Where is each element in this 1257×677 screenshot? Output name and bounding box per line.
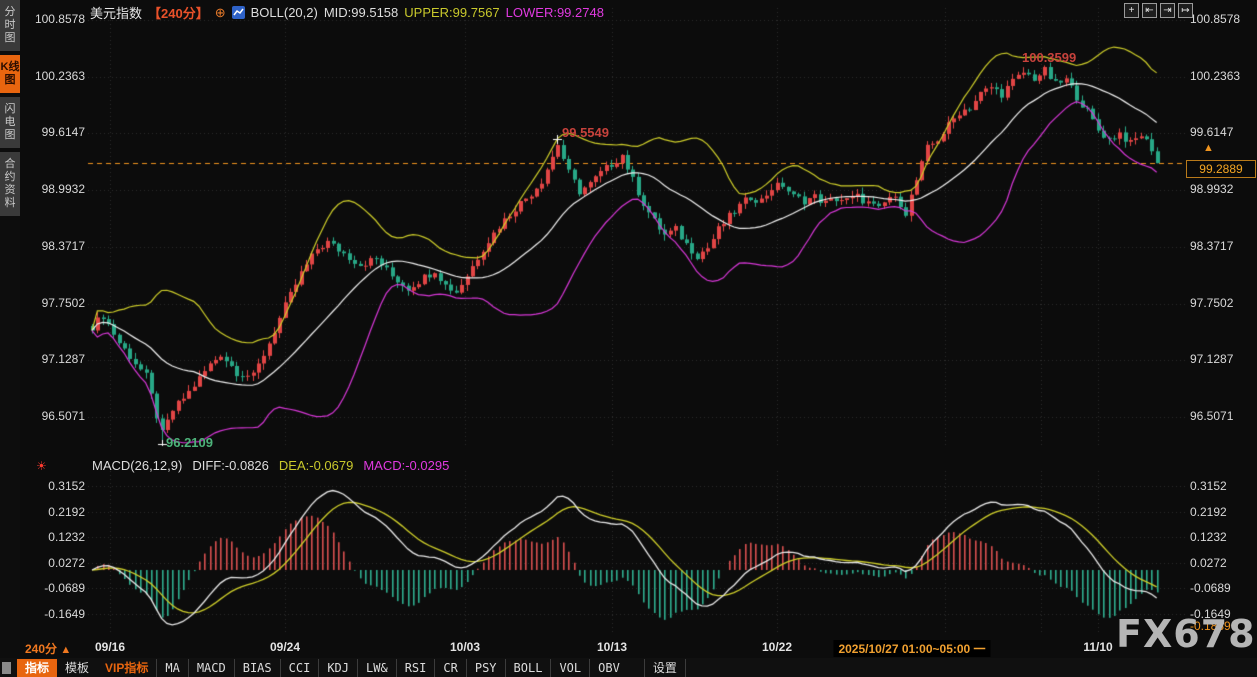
brand-watermark: FX678	[1116, 612, 1256, 656]
macd-axis-label: 0.0272	[48, 555, 85, 570]
toolbar-button[interactable]: 指标	[17, 658, 58, 677]
price-axis-label: 98.9932	[1190, 182, 1234, 197]
tab-candlestick-chart[interactable]: K线图	[0, 55, 20, 93]
tab-flash-chart[interactable]: 闪电图	[0, 97, 20, 148]
price-axis-label: 100.8578	[1190, 12, 1241, 26]
time-axis: 09/16 09/24 10/03 10/13 10/22 2025/10/27 01:0…	[0, 639, 1257, 657]
toolbar-button[interactable]: BIAS	[233, 658, 280, 677]
toolbar-button[interactable]: OBV	[589, 658, 628, 677]
price-axis-label: 97.7502	[41, 295, 85, 310]
x-axis-tick: 09/24	[269, 640, 301, 654]
price-axis-label: 100.8578	[34, 12, 85, 26]
price-axis-label: 100.2363	[34, 68, 85, 83]
price-axis-label: 99.6147	[1190, 125, 1234, 140]
price-up-arrow-icon: ▲	[1203, 142, 1214, 154]
boll-mid-value: MID:99.5158	[323, 5, 399, 20]
toolbar-button[interactable]: 设置	[643, 658, 686, 677]
toolbar-button[interactable]: VIP指标	[97, 659, 156, 677]
pan-icon[interactable]: +	[1124, 3, 1139, 18]
price-axis-label: 98.3717	[41, 238, 85, 253]
macd-header: MACD(26,12,9) DIFF:-0.0826 DEA:-0.0679 M…	[92, 458, 449, 473]
boll-upper-value: UPPER:99.7567	[404, 5, 500, 20]
macd-axis-label: 0.1232	[48, 530, 85, 545]
toolbar-button[interactable]: RSI	[395, 658, 435, 677]
toolbar-button[interactable]: LW&	[357, 658, 396, 677]
exit-fullscreen-icon[interactable]: ↦	[1178, 3, 1193, 18]
interval-label: 240分	[25, 642, 58, 656]
toolbar-button[interactable]: BOLL	[504, 658, 551, 677]
add-indicator-icon[interactable]: ⊕	[215, 5, 226, 21]
macd-hist-value: MACD:-0.0295	[363, 458, 450, 473]
fit-right-axis-icon[interactable]: ⇥	[1160, 3, 1175, 18]
x-axis-tick: 10/22	[761, 640, 793, 654]
chart-type-rail: 分时图 K线图 闪电图 合约资料	[0, 0, 20, 658]
tab-time-share-chart[interactable]: 分时图	[0, 0, 20, 51]
alert-icon: ☀	[36, 459, 47, 473]
toolbar-button[interactable]: 模板	[57, 659, 97, 677]
macd-axis-label: -0.1649	[44, 606, 85, 621]
toolbar-button[interactable]: MACD	[187, 658, 234, 677]
price-axis-label: 97.1287	[1190, 352, 1234, 367]
annotation-high: 100.3599	[1022, 50, 1077, 65]
indicator-chart-icon	[231, 6, 245, 19]
timeframe-label: 【240分】	[148, 6, 209, 21]
toolbar-buttons: 指标 模板 VIP指标 MA MACD BIAS CCI KDJ LW& RSI CR PSY BOLL…	[17, 658, 686, 677]
chart-canvas[interactable]	[0, 0, 1257, 677]
x-axis-tick: 10/13	[596, 640, 628, 654]
annotation-swing-high: 99.5549	[562, 125, 609, 140]
annotation-low: 96.2109	[166, 435, 213, 450]
chevron-up-icon: ▲	[60, 644, 72, 656]
boll-indicator-label: BOLL(20,2)	[250, 5, 318, 20]
toolbar-collapse-handle[interactable]	[2, 661, 11, 674]
macd-axis-label: 0.1232	[1190, 530, 1227, 545]
price-axis-label: 99.6147	[41, 125, 85, 140]
trading-app-window: 分时图 K线图 闪电图 合约资料 美元指数 【240分】 ⊕ BOLL(20,2…	[0, 0, 1257, 677]
price-axis-label: 100.2363	[1190, 68, 1241, 83]
left-price-axis: 100.8578 100.2363 99.6147 98.9932 98.3717 97.…	[18, 0, 85, 677]
price-axis-label: 96.5071	[41, 409, 85, 423]
price-axis-label: 98.9932	[41, 182, 85, 197]
macd-axis-label: 0.2192	[48, 504, 85, 519]
hovered-bar-time-label: 2025/10/27 01:00~05:00 一	[833, 640, 991, 657]
toolbar-button[interactable]: CR	[434, 658, 465, 677]
fit-left-axis-icon[interactable]: ⇤	[1142, 3, 1157, 18]
x-axis-tick: 09/16	[94, 640, 126, 654]
toolbar-button[interactable]: KDJ	[318, 658, 357, 677]
x-axis-tick: 10/03	[449, 640, 481, 654]
macd-axis-label: 0.3152	[1190, 479, 1227, 494]
toolbar-button[interactable]: CCI	[279, 658, 319, 677]
boll-lower-value: LOWER:99.2748	[505, 5, 604, 20]
macd-axis-label: -0.0689	[1190, 581, 1231, 596]
window-control-icons: + ⇤ ⇥ ↦	[1124, 3, 1193, 18]
interval-selector[interactable]: 240分 ▲	[25, 640, 71, 657]
price-axis-label: 96.5071	[1190, 409, 1234, 423]
tab-contract-info[interactable]: 合约资料	[0, 152, 20, 216]
chart-title: 美元指数 【240分】 ⊕ BOLL(20,2) MID:99.5158 UPP…	[90, 3, 604, 22]
right-price-axis: 100.8578 100.2363 99.6147 98.9932 98.3717 97.…	[1190, 0, 1254, 677]
macd-axis-label: 0.3152	[48, 479, 85, 494]
price-axis-label: 98.3717	[1190, 238, 1234, 253]
macd-indicator-label: MACD(26,12,9)	[92, 458, 183, 473]
toolbar-button[interactable]: PSY	[465, 658, 505, 677]
symbol-name: 美元指数	[90, 6, 143, 21]
indicator-toolbar: 指标 模板 VIP指标 MA MACD BIAS CCI KDJ LW& RSI CR PSY BOLL…	[0, 658, 1257, 677]
toolbar-button[interactable]: MA	[156, 658, 187, 677]
price-axis-label: 97.1287	[41, 352, 85, 367]
price-axis-label: 97.7502	[1190, 295, 1234, 310]
current-price-badge: 99.2889	[1186, 160, 1256, 178]
macd-dea-value: DEA:-0.0679	[278, 458, 354, 473]
toolbar-button[interactable]: VOL	[550, 658, 589, 677]
macd-axis-label: 0.2192	[1190, 504, 1227, 519]
macd-axis-label: 0.0272	[1190, 555, 1227, 570]
macd-diff-value: DIFF:-0.0826	[192, 458, 269, 473]
macd-axis-label: -0.0689	[44, 581, 85, 596]
x-axis-tick: 11/10	[1083, 640, 1113, 654]
